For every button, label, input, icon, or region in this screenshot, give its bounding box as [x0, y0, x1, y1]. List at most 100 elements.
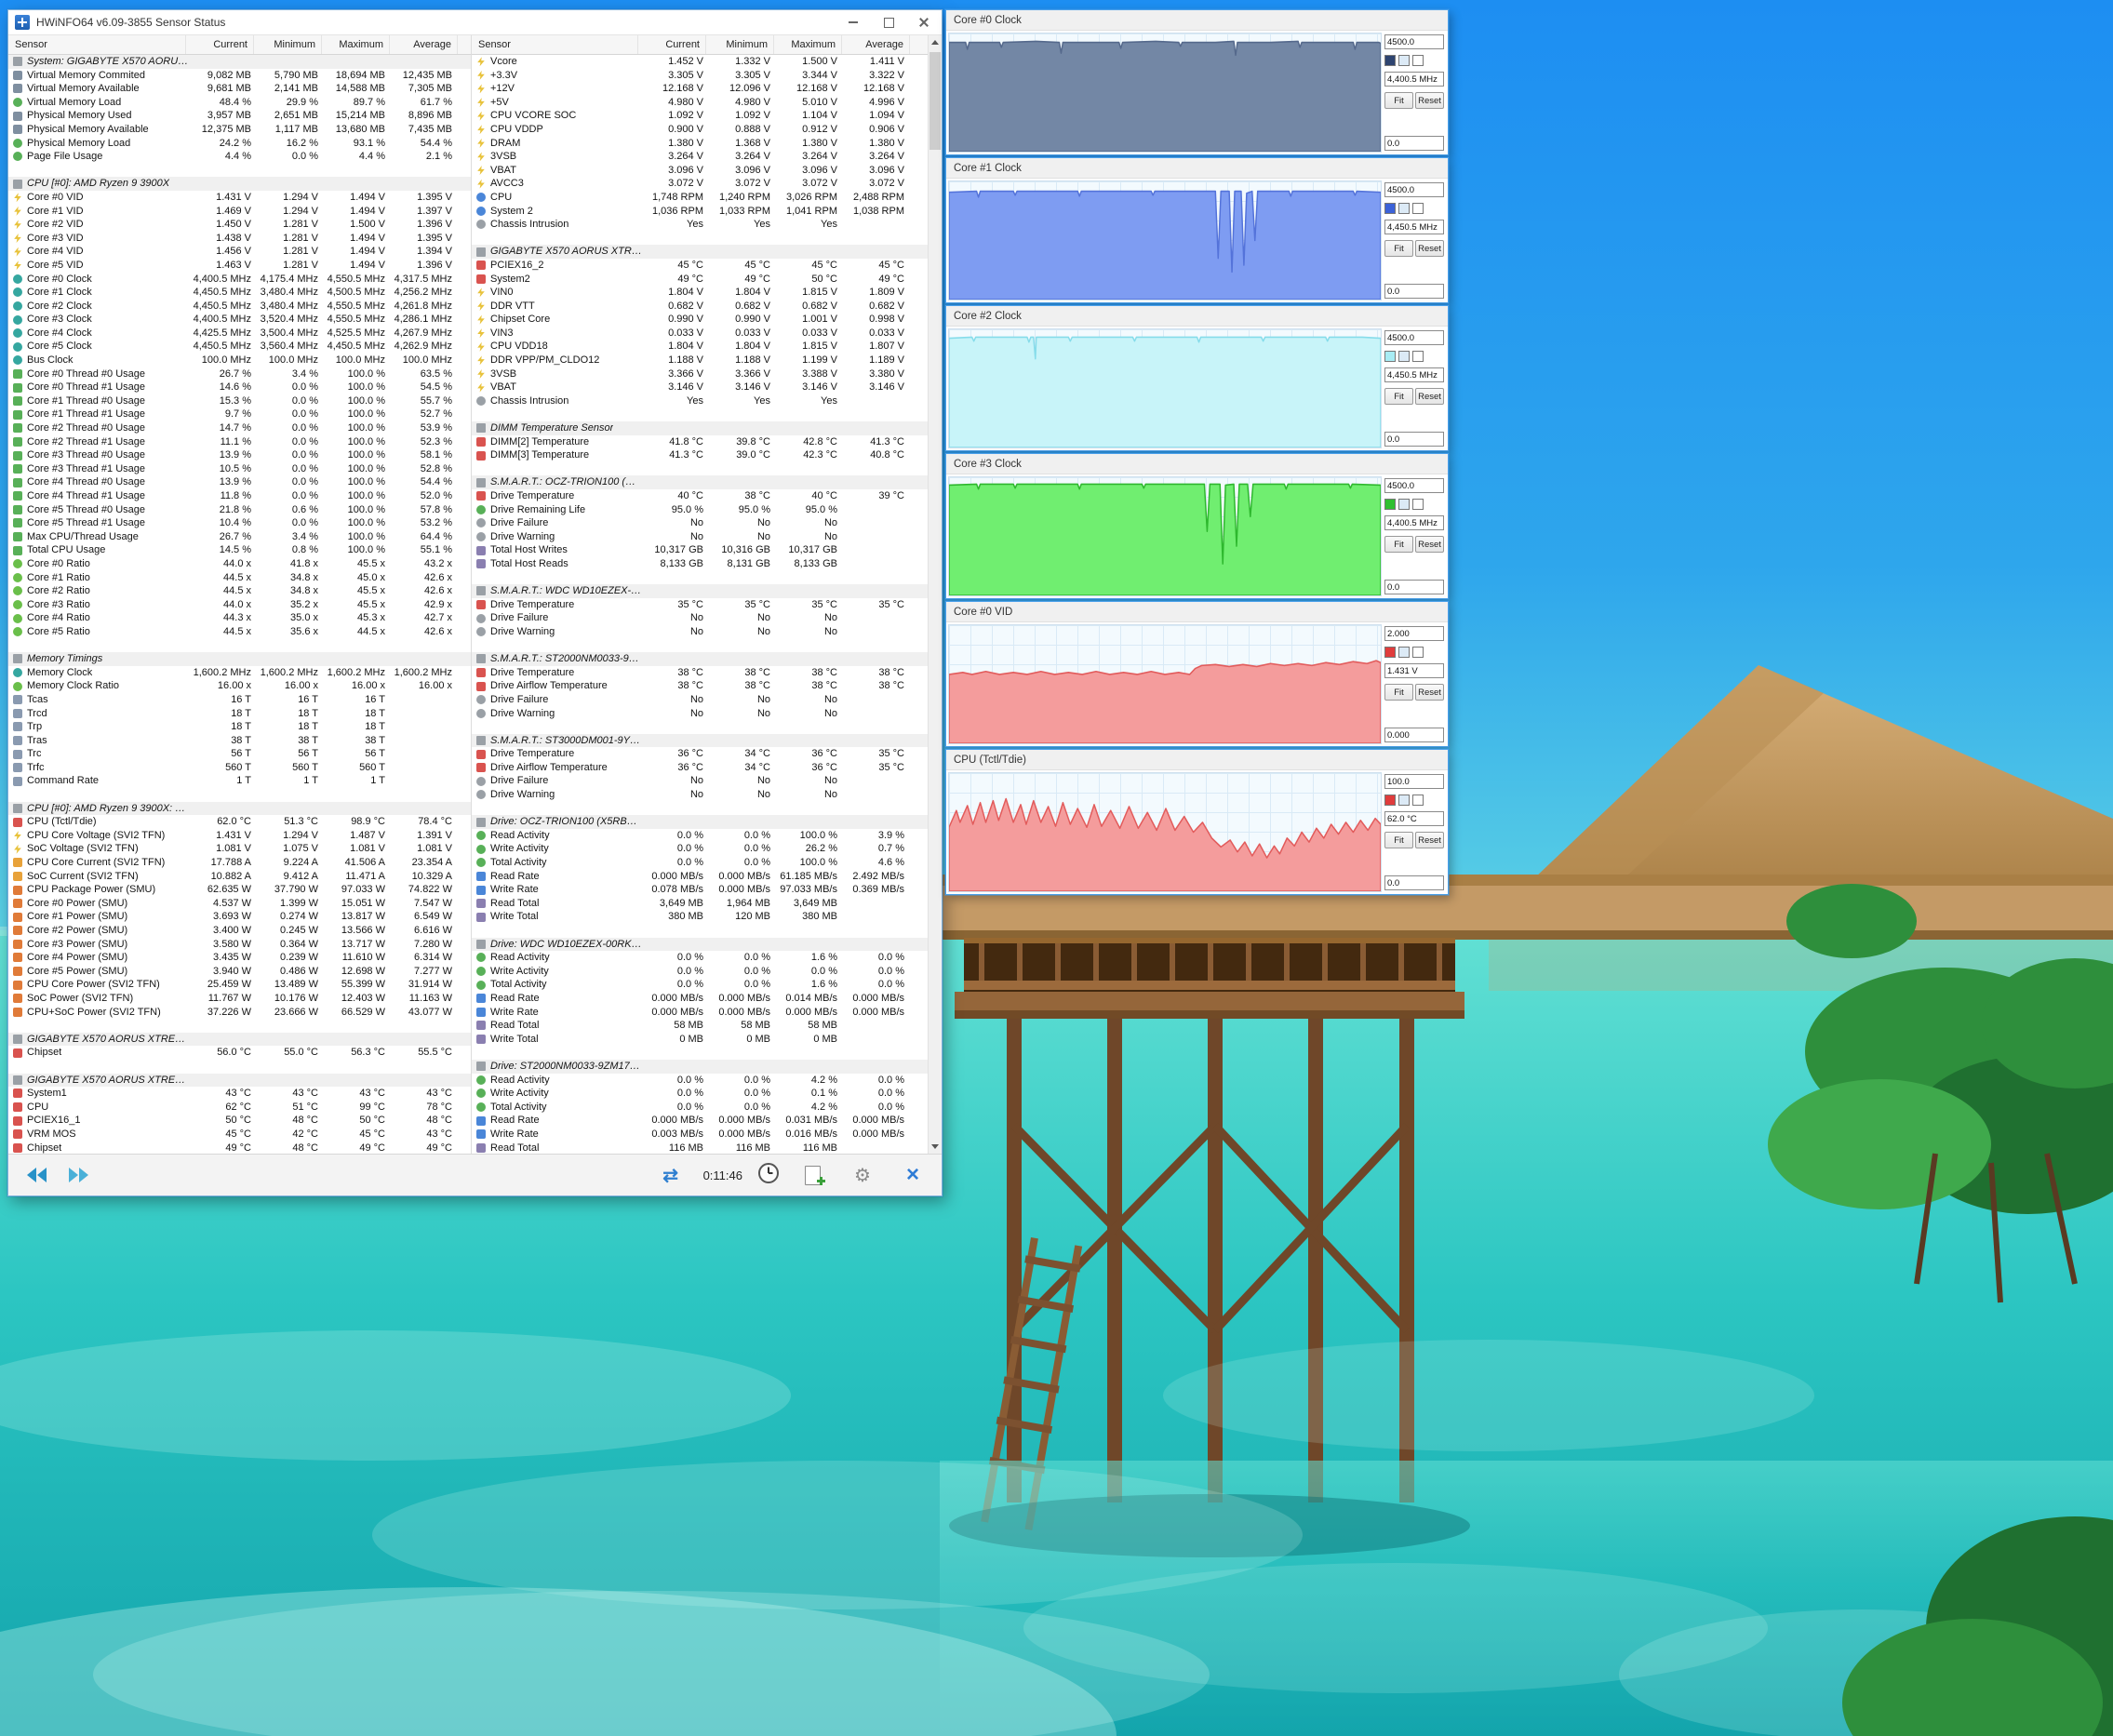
table-row[interactable]: Total Activity 0.0 % 0.0 % 1.6 % 0.0 % [472, 978, 942, 992]
table-row[interactable]: Core #4 Thread #0 Usage 13.9 % 0.0 % 100… [8, 475, 471, 489]
table-row[interactable]: Drive Failure No No No [472, 611, 942, 625]
table-row[interactable]: DRAM 1.380 V 1.368 V 1.380 V 1.380 V [472, 137, 942, 151]
table-row[interactable]: Core #2 Power (SMU) 3.400 W 0.245 W 13.5… [8, 924, 471, 938]
table-row[interactable]: Core #3 Power (SMU) 3.580 W 0.364 W 13.7… [8, 938, 471, 952]
table-row[interactable]: Trcd 18 T 18 T 18 T [8, 707, 471, 721]
close-button[interactable] [906, 10, 942, 34]
table-row[interactable]: Drive Failure No No No [472, 516, 942, 530]
table-row[interactable]: Core #4 VID 1.456 V 1.281 V 1.494 V 1.39… [8, 245, 471, 259]
table-row[interactable]: VBAT 3.146 V 3.146 V 3.146 V 3.146 V [472, 381, 942, 394]
table-row[interactable]: Core #5 VID 1.463 V 1.281 V 1.494 V 1.39… [8, 259, 471, 273]
reset-minmax-button[interactable]: ⇄ [653, 1161, 689, 1189]
table-row[interactable]: Tras 38 T 38 T 38 T [8, 734, 471, 748]
table-row[interactable]: Core #5 Power (SMU) 3.940 W 0.486 W 12.6… [8, 965, 471, 979]
table-row[interactable]: Core #1 Clock 4,450.5 MHz 3,480.4 MHz 4,… [8, 286, 471, 300]
table-row[interactable]: Drive Warning No No No [472, 788, 942, 802]
table-row[interactable]: Virtual Memory Available 9,681 MB 2,141 … [8, 82, 471, 96]
table-row[interactable]: Core #1 Thread #0 Usage 15.3 % 0.0 % 100… [8, 394, 471, 408]
table-row[interactable]: Chipset 49 °C 48 °C 49 °C 49 °C [8, 1142, 471, 1155]
clock-icon[interactable] [757, 1162, 780, 1189]
graph-min-input[interactable] [1384, 580, 1444, 594]
table-row[interactable]: CPU Core Voltage (SVI2 TFN) 1.431 V 1.29… [8, 829, 471, 843]
table-row[interactable]: Drive Failure No No No [472, 774, 942, 788]
graph-min-input[interactable] [1384, 728, 1444, 742]
table-row[interactable]: Core #1 Thread #1 Usage 9.7 % 0.0 % 100.… [8, 407, 471, 421]
table-row[interactable]: VRM MOS 45 °C 42 °C 45 °C 43 °C [8, 1128, 471, 1142]
table-row[interactable]: Core #1 VID 1.469 V 1.294 V 1.494 V 1.39… [8, 205, 471, 219]
background-color-swatch[interactable] [1398, 55, 1410, 66]
table-row[interactable]: 3VSB 3.366 V 3.366 V 3.388 V 3.380 V [472, 367, 942, 381]
table-row[interactable]: Core #3 Thread #0 Usage 13.9 % 0.0 % 100… [8, 448, 471, 462]
graph-min-input[interactable] [1384, 432, 1444, 447]
table-row[interactable]: Command Rate 1 T 1 T 1 T [8, 774, 471, 788]
table-row[interactable]: GIGABYTE X570 AORUS XTREME (ITE... [472, 245, 942, 259]
table-row[interactable]: Core #4 Power (SMU) 3.435 W 0.239 W 11.6… [8, 951, 471, 965]
window-titlebar[interactable]: HWiNFO64 v6.09-3855 Sensor Status [8, 10, 942, 35]
table-row[interactable]: SoC Power (SVI2 TFN) 11.767 W 10.176 W 1… [8, 992, 471, 1006]
table-row[interactable]: Drive: WDC WD10EZEX-00RKKA0 (WD... [472, 937, 942, 952]
table-row[interactable]: Physical Memory Used 3,957 MB 2,651 MB 1… [8, 109, 471, 123]
reset-button[interactable]: Reset [1415, 684, 1444, 701]
table-row[interactable]: Core #2 Thread #0 Usage 14.7 % 0.0 % 100… [8, 421, 471, 435]
table-row[interactable]: Core #5 Thread #0 Usage 21.8 % 0.6 % 100… [8, 503, 471, 517]
table-row[interactable]: Core #0 Thread #0 Usage 26.7 % 3.4 % 100… [8, 367, 471, 381]
table-row[interactable]: Read Activity 0.0 % 0.0 % 100.0 % 3.9 % [472, 829, 942, 843]
table-row[interactable]: DIMM[3] Temperature 41.3 °C 39.0 °C 42.3… [472, 448, 942, 462]
table-row[interactable]: CPU [#0]: AMD Ryzen 9 3900X: Enhanced [8, 801, 471, 816]
table-row[interactable]: Drive Warning No No No [472, 530, 942, 544]
table-row[interactable]: CPU (Tctl/Tdie) 62.0 °C 51.3 °C 98.9 °C … [8, 815, 471, 829]
table-row[interactable]: VIN3 0.033 V 0.033 V 0.033 V 0.033 V [472, 327, 942, 341]
table-row[interactable]: VBAT 3.096 V 3.096 V 3.096 V 3.096 V [472, 164, 942, 178]
table-row[interactable]: +12V 12.168 V 12.096 V 12.168 V 12.168 V [472, 82, 942, 96]
table-row[interactable]: Write Activity 0.0 % 0.0 % 0.0 % 0.0 % [472, 965, 942, 979]
graph-min-input[interactable] [1384, 284, 1444, 299]
graph-max-input[interactable] [1384, 34, 1444, 49]
table-row[interactable]: Core #2 Ratio 44.5 x 34.8 x 45.5 x 42.6 … [8, 584, 471, 598]
graph-min-input[interactable] [1384, 875, 1444, 890]
table-row[interactable]: Core #0 Power (SMU) 4.537 W 1.399 W 15.0… [8, 897, 471, 911]
table-row[interactable]: Core #5 Ratio 44.5 x 35.6 x 44.5 x 42.6 … [8, 625, 471, 639]
table-row[interactable]: +5V 4.980 V 4.980 V 5.010 V 4.996 V [472, 96, 942, 110]
graph-color-swatch[interactable] [1384, 351, 1396, 362]
table-row[interactable]: Core #2 Clock 4,450.5 MHz 3,480.4 MHz 4,… [8, 300, 471, 314]
table-row[interactable]: System: GIGABYTE X570 AORUS XTREME [8, 55, 471, 69]
table-row[interactable]: Core #4 Clock 4,425.5 MHz 3,500.4 MHz 4,… [8, 327, 471, 341]
grid-color-swatch[interactable] [1412, 351, 1424, 362]
table-row[interactable]: Bus Clock 100.0 MHz 100.0 MHz 100.0 MHz … [8, 354, 471, 367]
table-row[interactable]: Total Host Reads 8,133 GB 8,131 GB 8,133… [472, 557, 942, 571]
table-row[interactable]: SoC Current (SVI2 TFN) 10.882 A 9.412 A … [8, 870, 471, 884]
table-row[interactable]: Core #5 Clock 4,450.5 MHz 3,560.4 MHz 4,… [8, 340, 471, 354]
table-row[interactable]: Memory Timings [8, 652, 471, 666]
reset-button[interactable]: Reset [1415, 240, 1444, 257]
graph-titlebar[interactable]: Core #0 VID [946, 602, 1448, 622]
fit-button[interactable]: Fit [1384, 832, 1413, 848]
fit-button[interactable]: Fit [1384, 684, 1413, 701]
table-row[interactable]: Vcore 1.452 V 1.332 V 1.500 V 1.411 V [472, 55, 942, 69]
settings-button[interactable]: ⚙ [845, 1161, 880, 1189]
reset-button[interactable]: Reset [1415, 536, 1444, 553]
table-row[interactable]: PCIEX16_2 45 °C 45 °C 45 °C 45 °C [472, 259, 942, 273]
table-row[interactable]: Drive Temperature 38 °C 38 °C 38 °C 38 °… [472, 666, 942, 680]
table-row[interactable]: GIGABYTE X570 AORUS XTREME (AMD X5... [8, 1032, 471, 1047]
table-row[interactable]: Total Activity 0.0 % 0.0 % 4.2 % 0.0 % [472, 1101, 942, 1115]
table-row[interactable]: Read Total 116 MB 116 MB 116 MB [472, 1142, 942, 1155]
graph-max-input[interactable] [1384, 626, 1444, 641]
table-row[interactable]: Core #2 Thread #1 Usage 11.1 % 0.0 % 100… [8, 435, 471, 449]
table-row[interactable]: DDR VPP/PM_CLDO12 1.188 V 1.188 V 1.199 … [472, 354, 942, 367]
table-row[interactable]: CPU Package Power (SMU) 62.635 W 37.790 … [8, 883, 471, 897]
table-row[interactable]: Trfc 560 T 560 T 560 T [8, 761, 471, 775]
table-row[interactable]: PCIEX16_1 50 °C 48 °C 50 °C 48 °C [8, 1114, 471, 1128]
table-row[interactable]: Tcas 16 T 16 T 16 T [8, 693, 471, 707]
table-row[interactable]: Write Total 380 MB 120 MB 380 MB [472, 910, 942, 924]
table-row[interactable]: Core #2 VID 1.450 V 1.281 V 1.500 V 1.39… [8, 218, 471, 232]
fit-button[interactable]: Fit [1384, 536, 1413, 553]
table-row[interactable]: System 2 1,036 RPM 1,033 RPM 1,041 RPM 1… [472, 205, 942, 219]
graph-max-input[interactable] [1384, 330, 1444, 345]
table-row[interactable]: VIN0 1.804 V 1.804 V 1.815 V 1.809 V [472, 286, 942, 300]
minimize-button[interactable] [836, 10, 871, 34]
table-row[interactable]: Write Activity 0.0 % 0.0 % 26.2 % 0.7 % [472, 842, 942, 856]
table-row[interactable]: Core #1 Power (SMU) 3.693 W 0.274 W 13.8… [8, 910, 471, 924]
table-row[interactable]: Read Rate 0.000 MB/s 0.000 MB/s 61.185 M… [472, 870, 942, 884]
table-row[interactable]: AVCC3 3.072 V 3.072 V 3.072 V 3.072 V [472, 177, 942, 191]
grid-color-swatch[interactable] [1412, 203, 1424, 214]
